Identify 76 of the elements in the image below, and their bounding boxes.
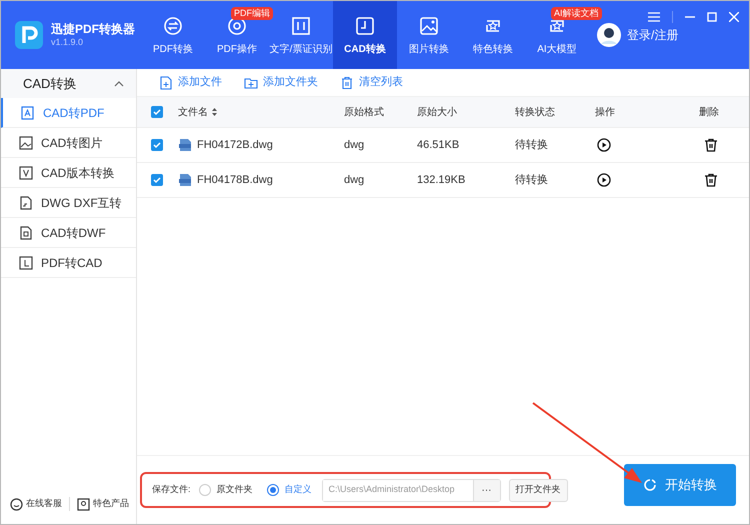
table-cell-text: 46.51KB [417, 138, 460, 153]
table-cell-text: dwg [344, 172, 366, 188]
dwg-file-icon [178, 138, 192, 152]
sort-icon [212, 108, 217, 116]
portrait-icon [77, 498, 90, 510]
folder-plus-icon [244, 76, 258, 90]
nav-tab[interactable]: PDF转换 [141, 1, 205, 69]
image-icon [19, 136, 33, 150]
badge: AI解读文档 [551, 7, 602, 20]
avatar-icon [597, 23, 621, 47]
file-plus-icon [159, 76, 173, 90]
version-label: v1.1.9.0 [51, 36, 84, 48]
checkbox[interactable] [151, 106, 163, 118]
path-field[interactable]: C:\Users\Administrator\Desktop ··· [322, 478, 501, 502]
maximize-icon[interactable] [707, 12, 717, 22]
close-icon[interactable] [729, 12, 739, 22]
nav-tab[interactable]: 特色转换 [461, 1, 525, 69]
sidebar-item[interactable]: PDF转CAD [1, 248, 136, 278]
checkbox[interactable] [151, 139, 163, 151]
radio-option[interactable]: 原文件夹 [198, 483, 253, 497]
sidebar-title: CAD转换 [23, 74, 76, 93]
chevron-icon[interactable] [114, 80, 124, 86]
footer-link[interactable]: 在线客服 [1, 497, 70, 511]
exchange-icon [162, 15, 184, 37]
toolbar-button[interactable]: 添加文件夹 [244, 74, 318, 91]
column-header: 转换状态 [515, 106, 556, 120]
start-button[interactable]: 开始转换 [624, 464, 736, 506]
refresh-icon [643, 478, 657, 492]
browse-button[interactable]: ··· [472, 480, 500, 500]
sidebar-item[interactable]: CAD版本转换 [1, 158, 136, 188]
check-icon [153, 176, 161, 184]
radio-option[interactable]: 自定义 [266, 483, 312, 497]
logo-icon [15, 21, 43, 49]
document-icon [21, 106, 35, 120]
document-icon [19, 226, 33, 240]
column-header: 原始格式 [344, 106, 385, 120]
checkbox[interactable] [151, 174, 163, 186]
file-name: FH04172B.dwg [197, 138, 273, 153]
table-cell-text: 待转换 [515, 138, 549, 153]
check-icon [153, 141, 161, 149]
nav-tab[interactable]: CAD转换 [333, 1, 397, 69]
cad-frame-icon [354, 15, 376, 37]
menu-icon[interactable] [648, 12, 660, 22]
play-icon[interactable] [597, 138, 611, 152]
document-icon [19, 256, 33, 270]
table-cell-text: 待转换 [515, 172, 549, 188]
chat-icon [10, 498, 23, 510]
dwg-file-icon [178, 173, 192, 187]
image-icon [418, 15, 440, 37]
trash-icon[interactable] [704, 138, 718, 152]
column-header: 文件名 [178, 106, 208, 120]
footer-link[interactable]: 特色产品 [70, 497, 129, 511]
trash-icon [340, 76, 354, 90]
sidebar-item[interactable]: DWG DXF互转 [1, 188, 136, 218]
open-folder-button[interactable]: 打开文件夹 [508, 478, 568, 502]
toolbar-button[interactable]: 添加文件 [159, 74, 222, 91]
trash-icon[interactable] [704, 173, 718, 187]
document-icon [19, 196, 33, 210]
check-icon [153, 108, 161, 116]
column-header: 删除 [699, 106, 719, 120]
scan-frame-icon [290, 15, 312, 37]
app-name: 迅捷PDF转换器 [51, 22, 135, 37]
table-cell-text: dwg [344, 138, 366, 153]
badge: PDF编辑 [231, 7, 273, 20]
column-header: 原始大小 [417, 106, 458, 120]
column-header: 操作 [595, 106, 616, 120]
letter-v-icon [19, 166, 33, 180]
sidebar-item[interactable]: CAD转DWF [1, 218, 136, 248]
play-icon[interactable] [597, 173, 611, 187]
save-label: 保存文件: [152, 483, 191, 496]
nav-tab[interactable]: 图片转换 [397, 1, 461, 69]
sidebar-item[interactable]: CAD转图片 [1, 128, 136, 158]
login-link[interactable]: 登录/注册 [627, 26, 678, 44]
file-name: FH04178B.dwg [197, 172, 273, 188]
toolbar-button[interactable]: 清空列表 [340, 74, 403, 91]
table-cell-text: 132.19KB [417, 172, 466, 188]
